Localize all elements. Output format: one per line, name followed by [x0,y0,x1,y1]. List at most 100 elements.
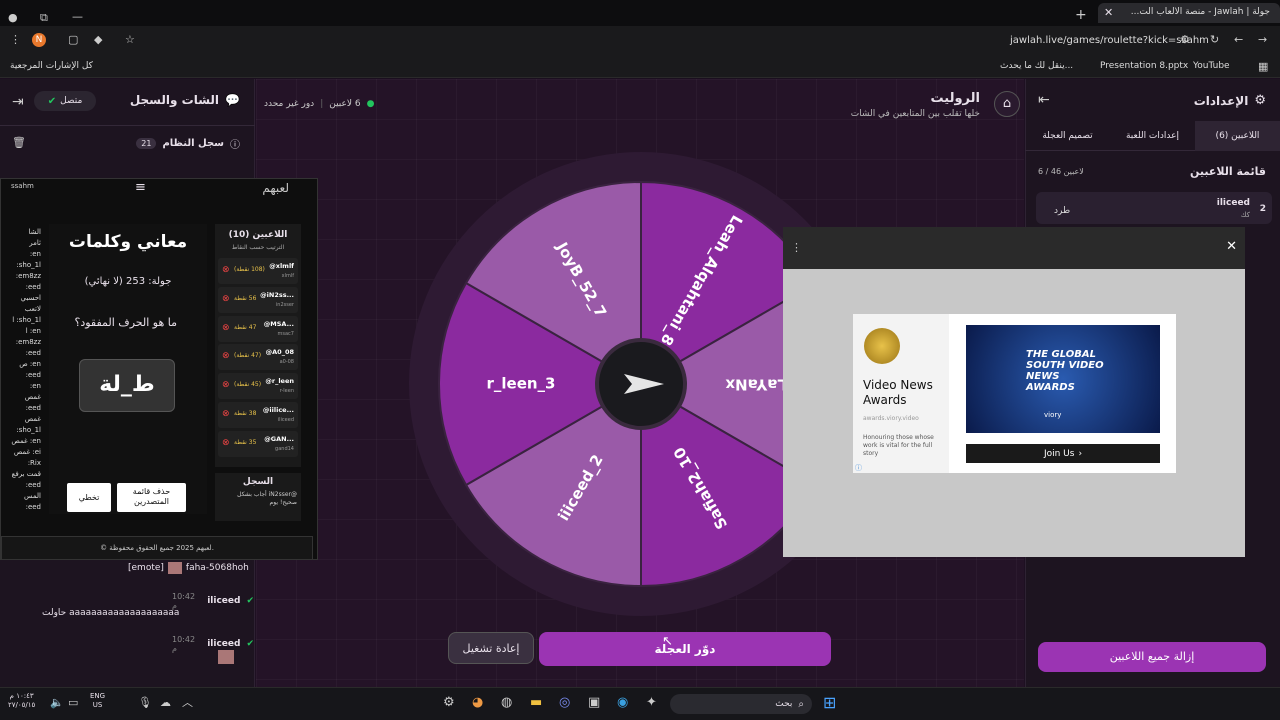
ad-image-text: THE GLOBAL SOUTH VIDEO NEWS AWARDS [1026,349,1104,393]
remove-player-icon[interactable]: ⊗ [222,351,230,361]
settings-app-icon[interactable]: ⚙ [443,696,455,709]
reload-icon[interactable]: ↻ [1210,34,1219,45]
back-icon[interactable]: → [1258,34,1267,45]
overlay-chat-line: sho_1l: [16,426,41,434]
window-menu-icon[interactable]: ● [8,6,18,25]
home-icon[interactable]: ⌂ [994,91,1020,117]
roulette-title: الروليت [930,91,980,106]
clear-leaderboard-button[interactable]: حذف قائمة المتصدرين [117,483,186,512]
extensions-icon[interactable]: ▢ [68,34,78,45]
message-user: iliceed [207,639,241,649]
verified-icon: ✔ [246,639,254,649]
message-user: iliceed [207,596,241,606]
chat-message: 10:42 م iliceed ✔ [172,592,254,610]
discord-icon[interactable]: ◎ [559,696,570,709]
bookmark-star-icon[interactable]: ☆ [125,34,135,45]
message-text: [emote] [128,563,164,573]
windows-start-icon[interactable]: ⊞ [823,695,836,711]
remove-player-icon[interactable]: ⊗ [222,380,230,390]
leaderboard-row: ⊗ 56 نقطة @iN2ss... in2sser [218,286,298,313]
taskbar: ⊞ ⌕ بحث ✦ ◉ ▣ ◎ ▬ ◍ ◕ ⚙ ︿ ☁ 🎙 ENG US ▭ 🔈… [0,687,1280,720]
forward-icon[interactable]: ← [1234,34,1243,45]
microphone-icon[interactable]: 🎙 [138,697,152,708]
round-status: دور غير محدد [264,99,315,109]
network-icon[interactable]: ▭ [68,697,78,708]
overlay-chat-line: غمص [24,415,41,423]
bookmark-x[interactable]: ينقل لك ما يحدث... [1000,61,1073,71]
system-log-header[interactable]: ⓘ سجل النظام 21 [136,136,240,151]
bookmark-youtube[interactable]: YouTube [1193,61,1230,71]
reset-button[interactable]: إعادة تشغيل [448,632,534,664]
remove-player-icon[interactable]: ⊗ [222,265,230,275]
edge-icon[interactable]: ◉ [617,696,628,709]
taskbar-search[interactable]: ⌕ بحث [670,694,812,714]
active-tab[interactable]: ✕ جولة | Jawlah - منصة الألعاب الت... [1098,3,1280,23]
player-points: 38 نقطة [234,409,257,417]
overlay-chat-line: قمت برفع [11,470,41,478]
close-tab-icon[interactable]: ✕ [1104,6,1113,19]
player-name: @iN2ss... [260,290,294,299]
tray-chevron-icon[interactable]: ︿ [182,697,193,708]
ad-info-icon[interactable]: ⓘ [855,463,862,473]
language-indicator[interactable]: ENG US [90,692,105,710]
diamond-icon[interactable]: ◆ [94,34,102,45]
skip-button[interactable]: تخطي [67,483,111,512]
lang-region: US [92,701,103,709]
remove-player-icon[interactable]: ⊗ [222,323,230,333]
all-bookmarks[interactable]: كل الإشارات المرجعية [10,61,93,71]
tray-app-icon[interactable]: ☁ [160,697,171,708]
menu-dots-icon[interactable]: ⋮ [10,34,21,45]
chat-message: [emote] faha-5068hoh [128,562,249,574]
tab-players[interactable]: اللاعبين (6) [1195,120,1280,151]
hamburger-menu-icon[interactable]: ≡ [135,180,146,195]
ad-header: ⋮ ✕ [783,227,1245,269]
remove-player-icon[interactable]: ⊗ [222,294,230,304]
ad-card[interactable]: Video News Awards awards.viory.video Hon… [853,314,1176,473]
chrome-icon[interactable]: ◕ [472,696,483,709]
collapse-panel-icon[interactable]: ⇥ [12,95,24,109]
bookmark-presentation[interactable]: Presentation 8.pptx [1100,61,1188,71]
game-round: جولة: 253 (لا نهائي) [84,276,172,287]
new-tab-icon[interactable]: + [1075,4,1087,23]
overlay-chat-column: الشا ثامر en: sho_1l: em8zz: eed: احسبي لاتعب sh… [1,227,41,527]
player-name: @r_leen [265,377,294,386]
player-sub: كك [1240,211,1250,219]
minimize-icon[interactable]: — [72,5,83,24]
message-text: حاولت aaaaaaaaaaaaaaaaaaaa [42,608,180,618]
restore-icon[interactable]: ⧉ [40,6,48,25]
tab-wheel-design[interactable]: تصميم العجلة [1025,131,1110,141]
site-settings-icon[interactable]: ⚙ [1180,34,1190,45]
spin-button[interactable]: دوّر العجلة [539,632,831,666]
apps-grid-icon[interactable]: ▦ [1258,61,1268,72]
store-icon[interactable]: ▣ [588,696,600,709]
player-points: (47 نقطة) [234,352,262,360]
clock[interactable]: ١٠:٤٣ م ٢٧/٠٥/١٥ [8,692,35,710]
overlay-chat-line: eed: [25,503,41,511]
collapse-settings-icon[interactable]: ⇤ [1038,93,1050,107]
remove-player-icon[interactable]: ⊗ [222,409,230,419]
profile-avatar[interactable]: N [32,33,46,47]
ad-cta-button[interactable]: Join Us › [966,444,1160,463]
clock-date: ٢٧/٠٥/١٥ [8,701,36,709]
remove-player-icon[interactable]: ⊗ [222,438,230,448]
trash-icon[interactable]: 🗑 [12,137,26,148]
volume-icon[interactable]: 🔈 [50,697,64,708]
obs-icon[interactable]: ◍ [501,696,512,709]
settings-title: الإعدادات [1193,93,1249,108]
ad-close-icon[interactable]: ✕ [1226,239,1237,254]
ad-menu-icon[interactable]: ⋮ [791,241,802,254]
leaderboard-row: ⊗ (47 نقطة) @A0_08 a0-08 [218,344,298,371]
overlay-chat-line: احسبي [20,294,41,302]
player-points: (108 نقطة) [234,266,265,273]
copilot-icon[interactable]: ✦ [646,696,657,709]
gear-icon: ⚙ [1254,93,1266,108]
remove-all-button[interactable]: إزالة جميع اللاعبين [1038,642,1266,672]
player-name: @xlmlf [269,262,294,270]
tab-game-settings[interactable]: إعدادات اللعبة [1110,131,1195,141]
clock-time: ١٠:٤٣ م [9,692,34,700]
emote-image [167,562,182,574]
leaderboard-row: ⊗ (108 نقطة) @xlmlf xlmlf [218,258,298,284]
overlay-chat-line: ei: غمص [13,448,41,456]
kick-button[interactable]: طرد [1054,206,1070,216]
folder-icon[interactable]: ▬ [530,696,542,709]
